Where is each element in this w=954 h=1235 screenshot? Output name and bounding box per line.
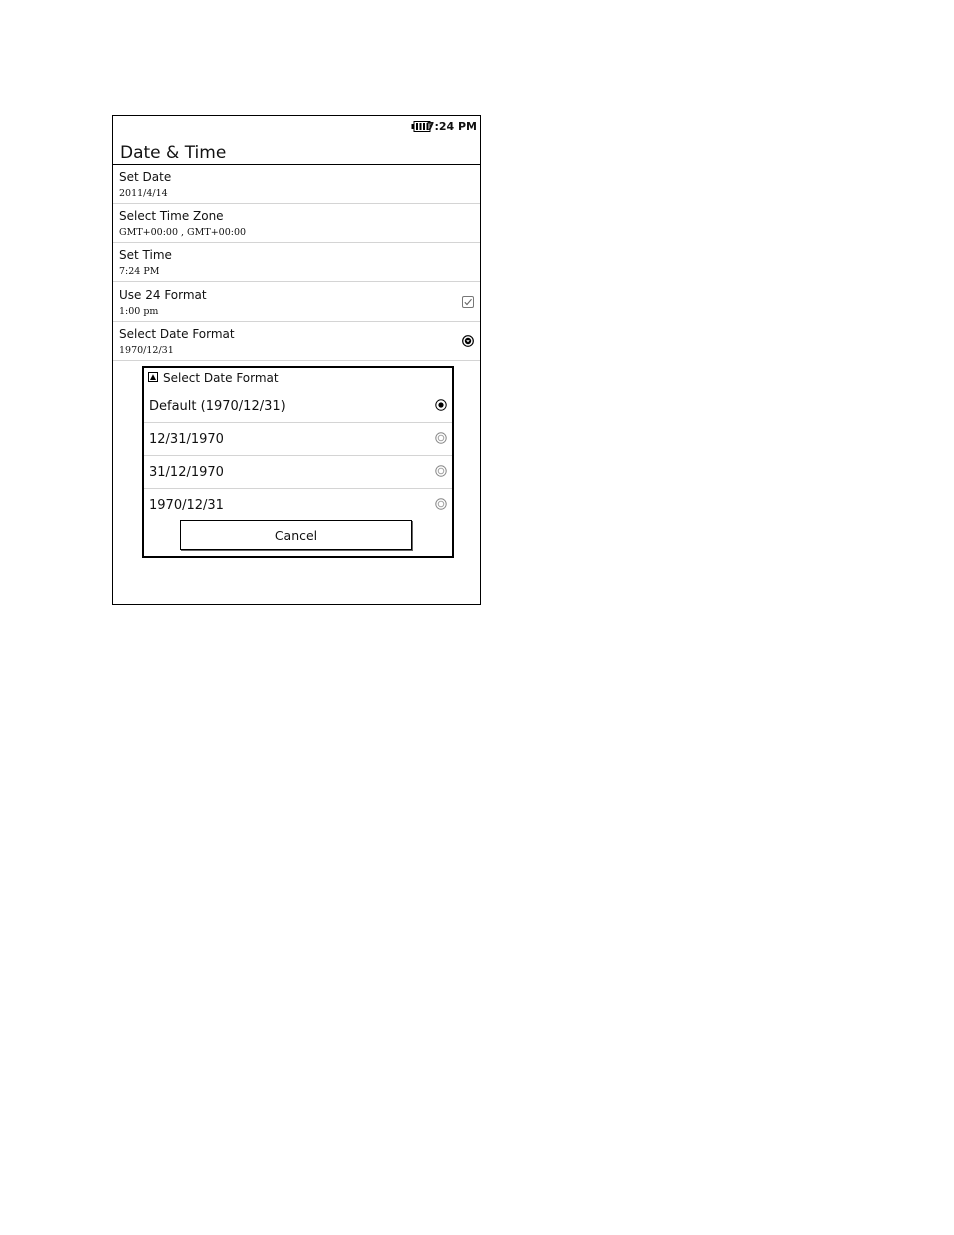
option-label: Default (1970/12/31) <box>149 399 286 414</box>
setting-use-24-format[interactable]: Use 24 Format 1:00 pm <box>113 283 480 322</box>
option-label: 31/12/1970 <box>149 465 224 480</box>
option-mdy[interactable]: 12/31/1970 <box>144 423 452 456</box>
option-default[interactable]: Default (1970/12/31) <box>144 390 452 423</box>
radio-unselected-icon[interactable] <box>435 498 447 510</box>
setting-value: 2011/4/14 <box>119 188 168 199</box>
setting-value: GMT+00:00 , GMT+00:00 <box>119 227 247 238</box>
setting-value: 7:24 PM <box>119 266 160 277</box>
setting-select-date-format[interactable]: Select Date Format 1970/12/31 <box>113 322 480 361</box>
option-label: 12/31/1970 <box>149 432 224 447</box>
option-label: 1970/12/31 <box>149 498 224 513</box>
date-format-dialog: Select Date Format Default (1970/12/31) … <box>142 366 454 558</box>
setting-select-time-zone[interactable]: Select Time Zone GMT+00:00 , GMT+00:00 <box>113 204 480 243</box>
setting-label: Select Time Zone <box>119 209 224 223</box>
setting-value: 1:00 pm <box>119 306 159 317</box>
setting-set-time[interactable]: Set Time 7:24 PM <box>113 243 480 282</box>
setting-label: Set Date <box>119 170 172 184</box>
option-ymd[interactable]: 1970/12/31 <box>144 489 452 522</box>
status-bar: 7:24 PM <box>113 116 480 138</box>
option-dmy[interactable]: 31/12/1970 <box>144 456 452 489</box>
checkbox-checked-icon[interactable] <box>462 296 474 308</box>
setting-label: Use 24 Format <box>119 288 207 302</box>
page-title: Date & Time <box>120 143 227 163</box>
radio-selected-icon[interactable] <box>435 399 447 411</box>
dialog-title: Select Date Format <box>163 371 279 385</box>
setting-label: Select Date Format <box>119 327 235 341</box>
setting-set-date[interactable]: Set Date 2011/4/14 <box>113 165 480 204</box>
setting-label: Set Time <box>119 248 172 262</box>
cancel-button[interactable]: Cancel <box>180 520 412 550</box>
status-clock: 7:24 PM <box>426 120 477 133</box>
device-screen: 7:24 PM Date & Time Set Date 2011/4/14 S… <box>112 115 481 605</box>
radio-unselected-icon[interactable] <box>435 432 447 444</box>
radio-unselected-icon[interactable] <box>435 465 447 477</box>
dropdown-icon[interactable] <box>462 335 474 347</box>
setting-value: 1970/12/31 <box>119 345 174 356</box>
dialog-icon <box>148 372 158 382</box>
